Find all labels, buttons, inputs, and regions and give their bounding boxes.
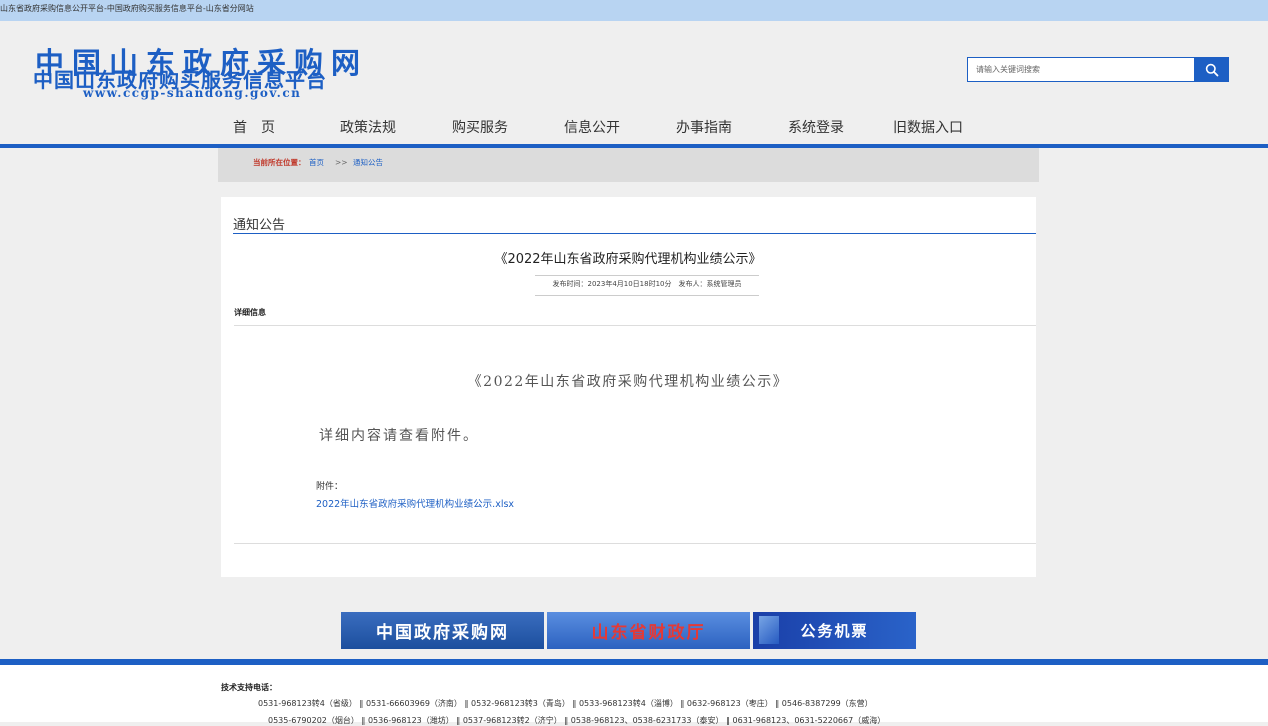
window-title-bar: 山东省政府采购信息公开平台-中国政府购买服务信息平台-山东省分网站	[0, 0, 1268, 21]
banner-air-tickets-label: 公务机票	[800, 622, 869, 640]
support-phones-line-1: 0531-968123转4（省级） ‖ 0531-66603969（济南） ‖ …	[258, 699, 873, 708]
section-title: 通知公告	[233, 218, 286, 233]
nav-purchase-services[interactable]: 购买服务	[452, 117, 508, 137]
breadcrumb-home-link[interactable]: 首页	[309, 148, 324, 178]
support-label: 技术支持电话：	[221, 683, 277, 692]
breadcrumb: 当前所在位置： 首页 >> 通知公告	[218, 148, 1039, 182]
attachment-label: 附件：	[316, 482, 344, 492]
detail-divider	[234, 325, 1036, 326]
breadcrumb-current-link[interactable]: 通知公告	[353, 148, 383, 178]
nav-login[interactable]: 系统登录	[788, 117, 844, 137]
detail-label: 详细信息	[234, 308, 266, 317]
nav-old-data[interactable]: 旧数据入口	[893, 117, 963, 137]
nav-home[interactable]: 首 页	[233, 117, 275, 137]
site-logo[interactable]: 中国山东政府采购网 中国山东政府购买服务信息平台 www.ccgp-shando…	[33, 42, 393, 102]
nav-guide[interactable]: 办事指南	[676, 117, 732, 137]
attachment-link[interactable]: 2022年山东省政府采购代理机构业绩公示.xlsx	[316, 496, 514, 510]
article-meta: 发布时间：2023年4月10日18时10分 发布人：系统管理员	[535, 275, 759, 296]
banner-ccgp-label: 中国政府采购网	[376, 623, 509, 643]
search-button[interactable]	[1194, 57, 1229, 82]
nav-info-disclosure[interactable]: 信息公开	[564, 117, 620, 137]
breadcrumb-label: 当前所在位置：	[253, 158, 306, 167]
support-phones-line-2: 0535-6790202（烟台） ‖ 0536-968123（潍坊） ‖ 053…	[268, 716, 886, 725]
search-input[interactable]	[967, 57, 1195, 82]
window-title: 山东省政府采购信息公开平台-中国政府购买服务信息平台-山东省分网站	[0, 4, 254, 13]
nav-policies[interactable]: 政策法规	[340, 117, 396, 137]
logo-url: www.ccgp-shandong.gov.cn	[83, 86, 302, 100]
banner-air-tickets[interactable]: 公务机票	[753, 612, 916, 649]
body-title: 《2022年山东省政府采购代理机构业绩公示》	[467, 374, 789, 390]
plane-icon	[759, 616, 779, 644]
banner-finance-dept-label: 山东省财政厅	[591, 623, 706, 643]
footer: 技术支持电话： 0531-968123转4（省级） ‖ 0531-6660396…	[0, 665, 1268, 725]
search-box	[967, 57, 1229, 82]
search-icon	[1205, 63, 1218, 76]
breadcrumb-separator: >>	[335, 158, 348, 167]
section-divider	[233, 233, 1036, 234]
article-title: 《2022年山东省政府采购代理机构业绩公示》	[494, 252, 762, 267]
banner-finance-dept[interactable]: 山东省财政厅	[547, 612, 750, 649]
body-text: 详细内容请查看附件。	[319, 428, 479, 444]
content-bottom-divider	[234, 543, 1036, 544]
banner-ccgp[interactable]: 中国政府采购网	[341, 612, 544, 649]
main-nav: 首 页 政策法规 购买服务 信息公开 办事指南 系统登录 旧数据入口	[0, 117, 1268, 141]
content-panel: 通知公告 《2022年山东省政府采购代理机构业绩公示》 发布时间：2023年4月…	[221, 197, 1036, 577]
